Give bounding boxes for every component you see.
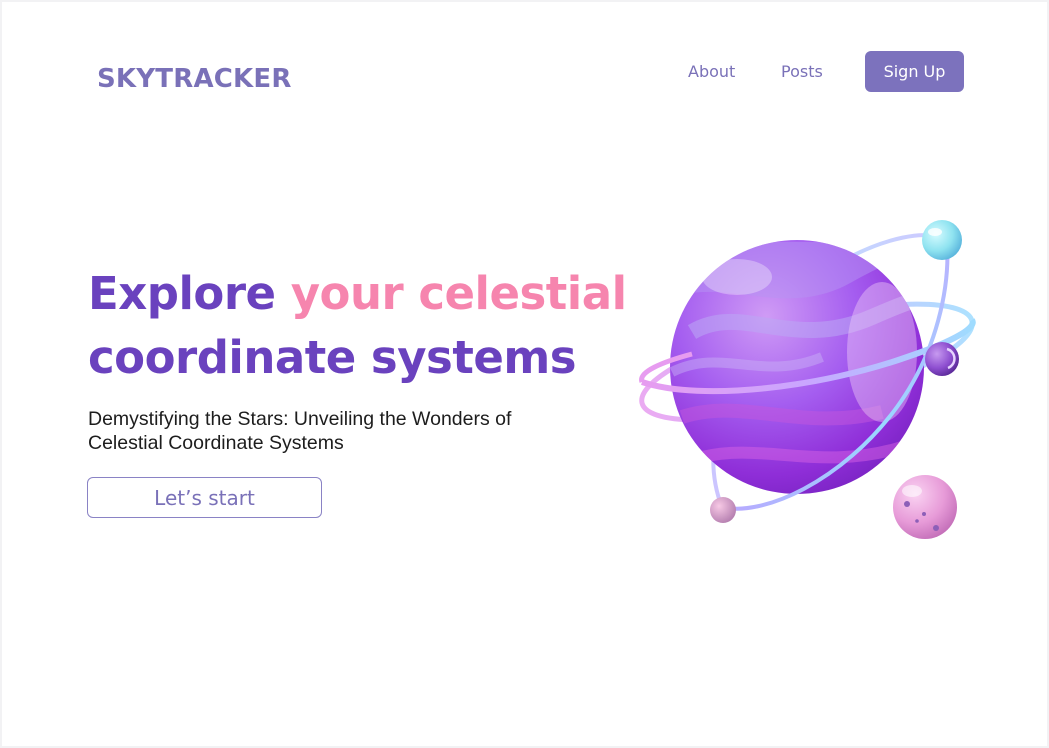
hero-title-part2: coordinate systems — [88, 331, 577, 384]
lets-start-button[interactable]: Let’s start — [87, 477, 322, 518]
landing-page: SKYTRACKER About Posts Sign Up Explore y… — [2, 2, 1047, 746]
nav-link-about[interactable]: About — [688, 62, 735, 81]
hero-title-highlight: your celestial — [290, 267, 627, 320]
nav-link-posts[interactable]: Posts — [781, 62, 823, 81]
hero-subtitle: Demystifying the Stars: Unveiling the Wo… — [88, 408, 512, 454]
signup-button[interactable]: Sign Up — [865, 51, 964, 92]
hero-title: Explore your celestial coordinate system… — [88, 262, 628, 390]
planet-illustration-icon — [639, 220, 976, 539]
hero-title-part1: Explore — [88, 267, 291, 320]
logo[interactable]: SKYTRACKER — [97, 64, 292, 94]
